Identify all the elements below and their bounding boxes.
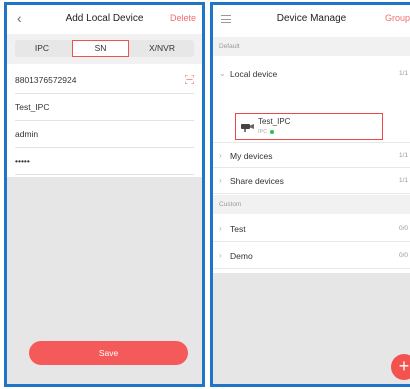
group-count: 1/1 — [398, 70, 408, 77]
device-name: Test_IPC — [258, 117, 291, 126]
segment-ipc[interactable]: IPC — [15, 40, 69, 57]
group-count: 0/0 — [398, 252, 408, 259]
chevron-down-icon: ⌄ — [219, 69, 226, 78]
add-local-device-screen: ‹ Add Local Device Delete IPC SN X/NVR 8… — [4, 2, 205, 387]
group-button[interactable]: Group — [385, 13, 410, 23]
segment-sn[interactable]: SN — [72, 40, 129, 57]
qr-scan-icon[interactable] — [185, 75, 194, 84]
device-manage-screen: Device Manage Group Default ⌄ Local devi… — [210, 2, 410, 387]
serial-number-value: 8801376572924 — [15, 75, 77, 85]
segment-xnvr[interactable]: X/NVR — [131, 40, 193, 57]
group-label: Local device — [230, 69, 278, 79]
group-row-my-devices[interactable]: › My devices 1/1 — [213, 142, 410, 168]
device-name-value: Test_IPC — [15, 102, 50, 112]
group-count: 1/1 — [398, 177, 408, 184]
group-row-share-devices[interactable]: › Share devices 1/1 — [213, 168, 410, 194]
screenshot-stage: ‹ Add Local Device Delete IPC SN X/NVR 8… — [0, 0, 410, 389]
device-type-segment-bar: IPC SN X/NVR — [7, 34, 202, 64]
group-label: Test — [230, 224, 246, 234]
nav-bar: ‹ Add Local Device Delete — [7, 5, 202, 34]
add-device-fab[interactable]: + — [391, 354, 410, 380]
group-row-demo[interactable]: › Demo 0/0 — [213, 243, 410, 269]
group-label: Share devices — [230, 176, 284, 186]
section-custom: Custom — [213, 195, 410, 214]
save-button[interactable]: Save — [29, 341, 188, 365]
group-row-test[interactable]: › Test 0/0 — [213, 216, 410, 242]
device-item-test-ipc[interactable]: Test_IPC IPC — [235, 113, 383, 140]
nav-bar: Device Manage Group — [213, 5, 410, 34]
empty-area — [213, 273, 410, 384]
group-count: 0/0 — [398, 225, 408, 232]
group-label: Demo — [230, 251, 253, 261]
segmented-control: IPC SN X/NVR — [15, 40, 194, 57]
delete-button[interactable]: Delete — [170, 13, 196, 23]
page-title: Device Manage — [276, 13, 347, 24]
online-status-dot — [270, 130, 274, 134]
chevron-right-icon: › — [219, 251, 222, 260]
chevron-right-icon: › — [219, 176, 222, 185]
chevron-right-icon: › — [219, 151, 222, 160]
chevron-right-icon: › — [219, 224, 222, 233]
username-value: admin — [15, 129, 39, 139]
group-label: My devices — [230, 151, 273, 161]
section-default: Default — [213, 37, 410, 56]
camera-icon — [241, 124, 254, 132]
username-field[interactable]: admin — [15, 121, 194, 148]
device-name-field[interactable]: Test_IPC — [15, 94, 194, 121]
password-field[interactable]: ••••• — [15, 148, 194, 175]
group-row-local-device[interactable]: ⌄ Local device 1/1 — [213, 61, 410, 87]
serial-number-field[interactable]: 8801376572924 — [15, 67, 194, 94]
group-count: 1/1 — [398, 152, 408, 159]
device-type: IPC — [258, 129, 268, 135]
password-value: ••••• — [15, 156, 30, 166]
